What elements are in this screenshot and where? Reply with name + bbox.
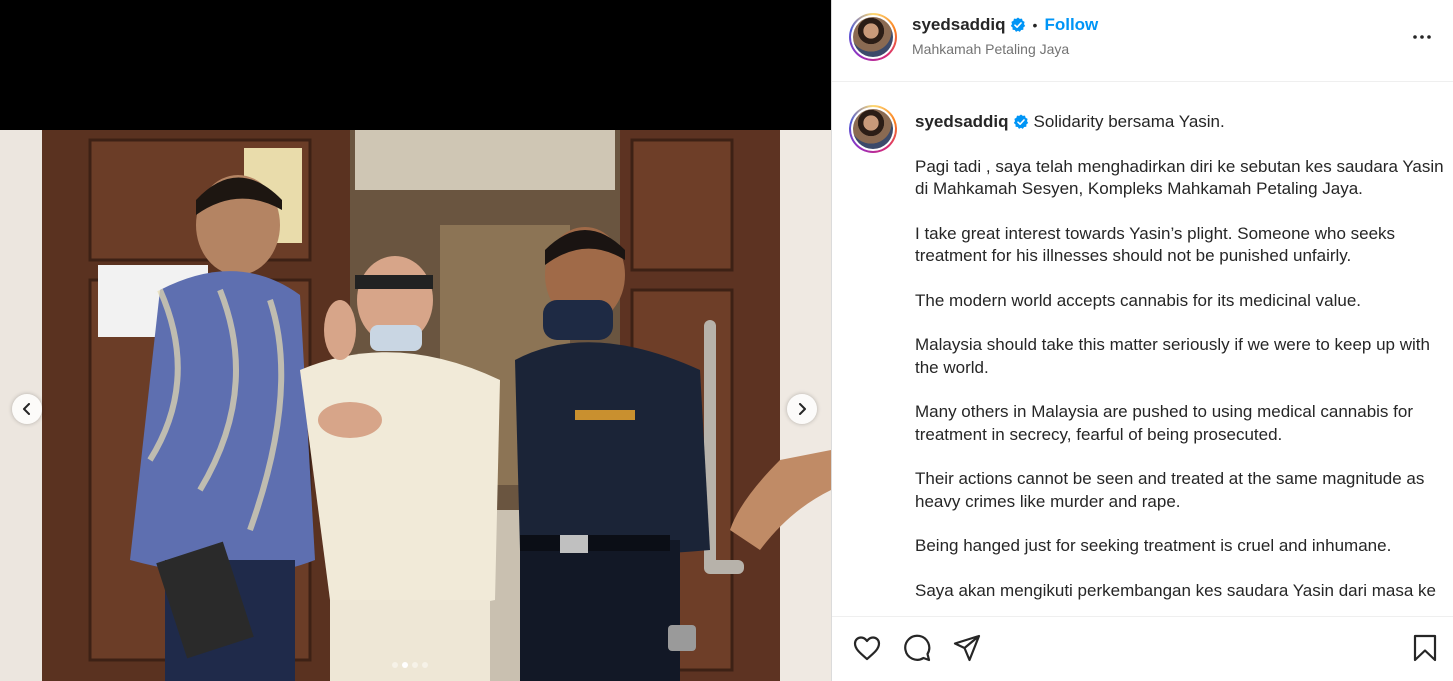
chevron-left-icon — [23, 403, 30, 415]
caption-paragraph: Being hanged just for seeking treatment … — [915, 536, 1392, 555]
caption-paragraph: I take great interest towards Yasin’s pl… — [915, 223, 1396, 266]
caption-paragraph: Saya akan mengikuti perkembangan kes sau… — [915, 580, 1437, 600]
carousel-prev-button[interactable] — [12, 394, 42, 424]
separator-dot: • — [1032, 17, 1038, 33]
carousel-next-button[interactable] — [787, 394, 817, 424]
carousel-dot — [412, 662, 418, 668]
verified-badge-icon — [1013, 114, 1028, 130]
action-bar — [832, 616, 1453, 681]
carousel-indicator — [392, 662, 428, 668]
carousel-dot — [422, 662, 428, 668]
post-modal: syedsaddiq • Follow Mahkamah Petaling Ja… — [0, 0, 1453, 681]
avatar[interactable] — [849, 13, 897, 61]
save-button[interactable] — [1410, 633, 1440, 663]
follow-button[interactable]: Follow — [1044, 15, 1098, 35]
like-button[interactable] — [852, 633, 882, 663]
caption-username[interactable]: syedsaddiq — [915, 111, 1009, 134]
more-options-icon — [1413, 35, 1431, 39]
author-username[interactable]: syedsaddiq — [912, 15, 1006, 35]
caption-paragraph: Malaysia should take this matter serious… — [915, 335, 1430, 377]
post-photo — [0, 130, 831, 681]
caption-paragraph: The modern world accepts cannabis for it… — [915, 290, 1361, 310]
caption-paragraph: Pagi tadi , saya telah menghadirkan diri… — [915, 156, 1444, 199]
more-options-button[interactable] — [1410, 25, 1434, 49]
post-location[interactable]: Mahkamah Petaling Jaya — [912, 41, 1069, 57]
comment-button[interactable] — [902, 633, 932, 663]
caption-text: syedsaddiq Solidarity bersama Yasin. Pag… — [915, 111, 1445, 616]
chevron-right-icon — [799, 403, 806, 415]
share-icon — [953, 634, 981, 662]
carousel-dot-active — [402, 662, 408, 668]
share-button[interactable] — [952, 633, 982, 663]
comment-icon — [904, 634, 931, 662]
caption-avatar[interactable] — [849, 105, 897, 153]
carousel-dot — [392, 662, 398, 668]
media-pane — [0, 0, 831, 681]
caption-section: syedsaddiq Solidarity bersama Yasin. Pag… — [832, 83, 1453, 616]
post-sidebar: syedsaddiq • Follow Mahkamah Petaling Ja… — [831, 0, 1453, 681]
heart-icon — [853, 636, 881, 661]
caption-paragraph: Their actions cannot be seen and treated… — [915, 469, 1425, 511]
bookmark-icon — [1413, 634, 1437, 662]
verified-badge-icon — [1010, 17, 1025, 32]
caption-paragraph: Many others in Malaysia are pushed to us… — [915, 402, 1413, 444]
post-header: syedsaddiq • Follow Mahkamah Petaling Ja… — [832, 0, 1453, 82]
caption-title: Solidarity bersama Yasin. — [1033, 112, 1225, 131]
